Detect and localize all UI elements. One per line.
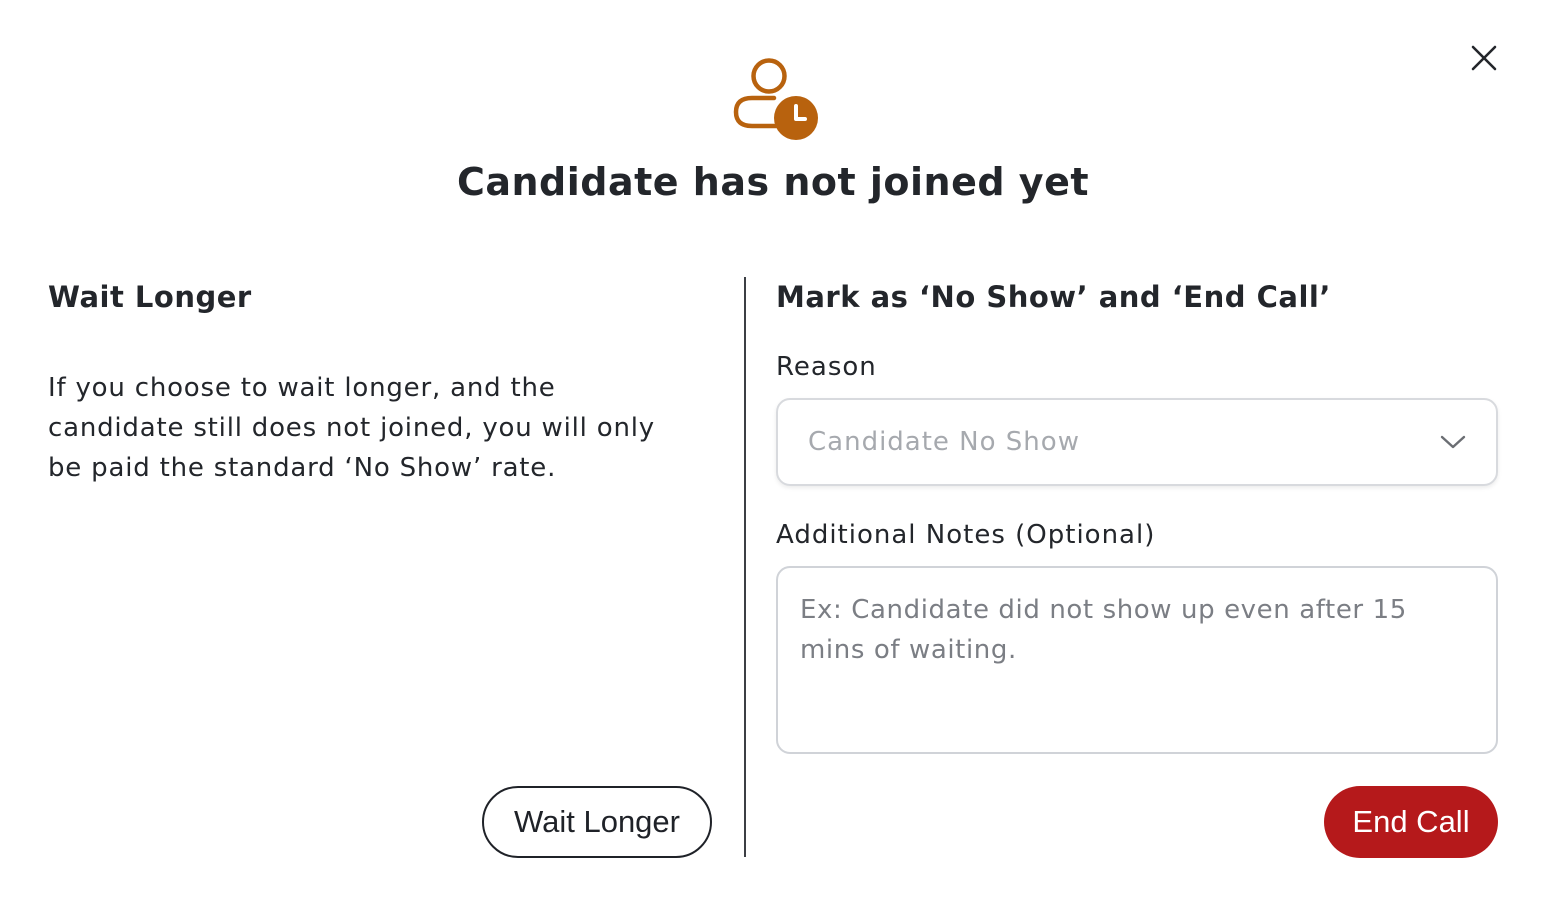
reason-label: Reason (776, 352, 877, 382)
close-button[interactable] (1462, 36, 1506, 80)
no-show-heading: Mark as ‘No Show’ and ‘End Call’ (776, 280, 1331, 314)
close-icon (1471, 45, 1497, 71)
notes-label: Additional Notes (Optional) (776, 520, 1156, 550)
wait-longer-description: If you choose to wait longer, and the ca… (48, 373, 655, 483)
reason-select[interactable]: Candidate No Show (776, 398, 1498, 486)
no-show-section: Mark as ‘No Show’ and ‘End Call’ Reason … (776, 276, 1498, 776)
wait-longer-section: Wait Longer If you choose to wait longer… (48, 276, 712, 488)
no-show-dialog: Candidate has not joined yet Wait Longer… (0, 0, 1546, 906)
wait-longer-button[interactable]: Wait Longer (482, 786, 712, 858)
chevron-down-icon (1440, 435, 1466, 449)
reason-selected-value: Candidate No Show (808, 427, 1080, 457)
wait-longer-heading: Wait Longer (48, 280, 252, 314)
user-clock-icon (733, 58, 818, 140)
dialog-title: Candidate has not joined yet (456, 160, 1090, 204)
notes-textarea[interactable] (776, 566, 1498, 754)
end-call-button[interactable]: End Call (1324, 786, 1498, 858)
column-divider (744, 277, 746, 857)
